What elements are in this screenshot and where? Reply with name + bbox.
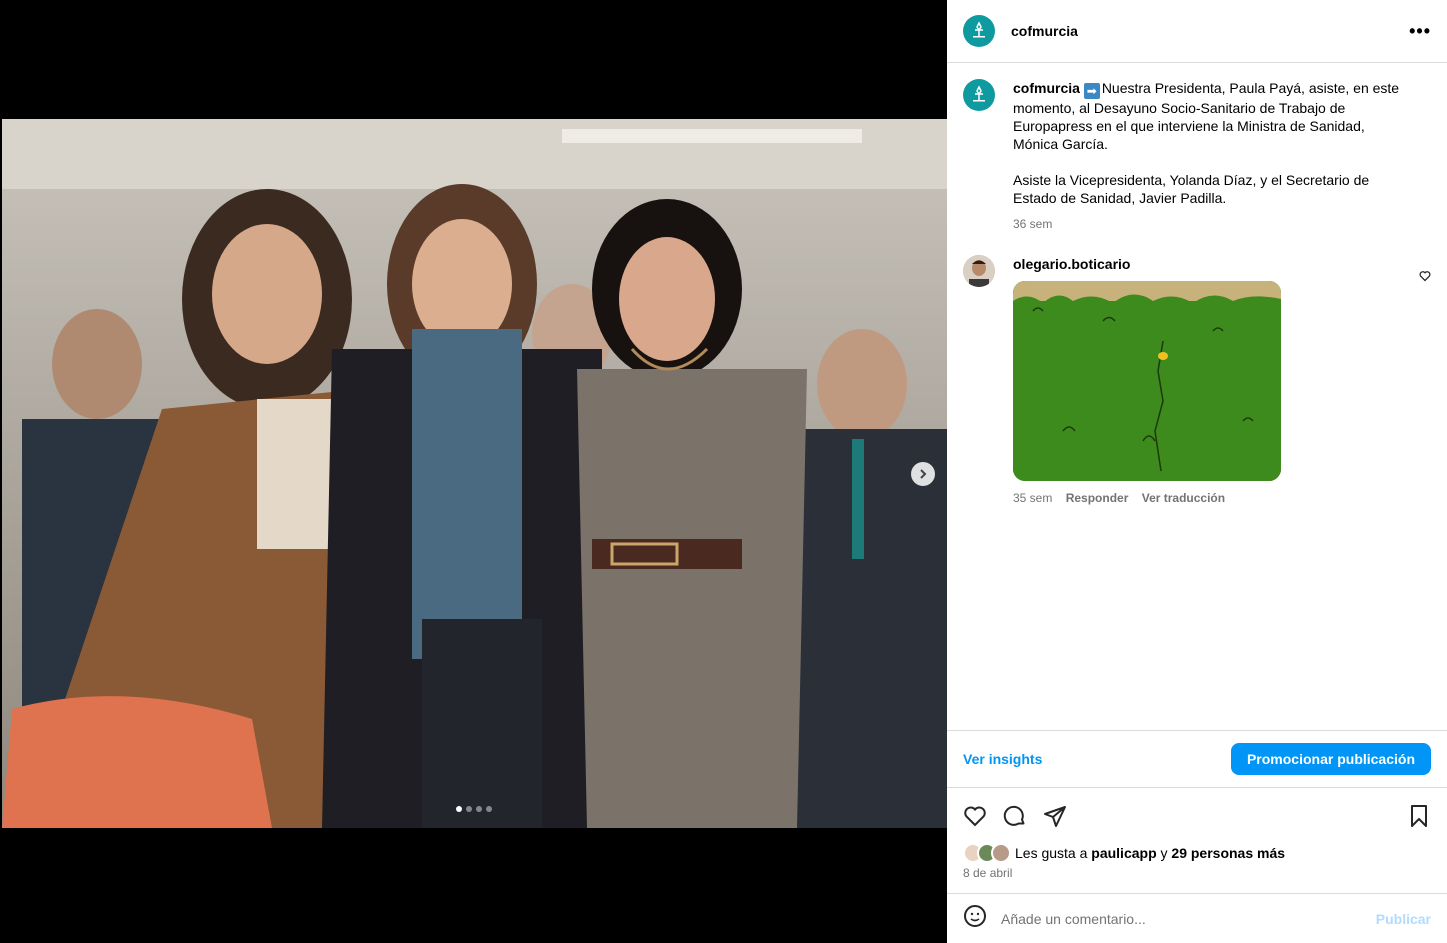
emoji-button[interactable]: [963, 904, 987, 933]
comment-button[interactable]: [1003, 804, 1027, 828]
action-icons: [947, 788, 1447, 844]
carousel-indicator: [456, 806, 492, 812]
post-date[interactable]: 8 de abril: [947, 862, 1447, 886]
heart-icon: [1419, 271, 1431, 282]
caption: cofmurcia ➡ Nuestra Presidenta, Paula Pay…: [963, 79, 1431, 233]
carousel-dot: [486, 806, 492, 812]
post-modal: cofmurcia ••• cofmurcia ➡ Nuestra Preside…: [0, 0, 1447, 943]
comment-item: olegario.boticario 35 sem Responder Ver …: [963, 255, 1431, 507]
comment-time[interactable]: 35 sem: [1013, 491, 1052, 505]
likes-text: Les gusta a paulicapp y 29 personas más: [1015, 845, 1285, 861]
chevron-right-icon: [920, 469, 927, 479]
comment-body: olegario.boticario 35 sem Responder Ver …: [1013, 255, 1413, 507]
post-photo[interactable]: [2, 119, 947, 828]
side-panel: cofmurcia ••• cofmurcia ➡ Nuestra Preside…: [947, 0, 1447, 943]
bookmark-icon: [1411, 805, 1427, 827]
save-button[interactable]: [1407, 804, 1431, 828]
cof-logo-icon: [973, 85, 985, 102]
more-options-button[interactable]: •••: [1409, 21, 1431, 42]
comment-meta: 35 sem Responder Ver traducción: [1013, 489, 1413, 507]
likes-summary: Les gusta a paulicapp y 29 personas más: [947, 843, 1447, 863]
publish-button[interactable]: Publicar: [1376, 911, 1431, 927]
likes-connector: y: [1160, 845, 1168, 861]
insights-row: Ver insights Promocionar publicación: [947, 731, 1447, 788]
next-slide-button[interactable]: [911, 462, 935, 486]
user-photo-icon: [963, 255, 995, 287]
comment-icon: [1003, 805, 1025, 826]
photo-illustration: [2, 119, 947, 828]
caption-meta: 36 sem: [1013, 215, 1413, 233]
commenter-username[interactable]: olegario.boticario: [1013, 256, 1130, 272]
heart-icon: [964, 806, 986, 827]
likes-others-link[interactable]: 29 personas más: [1171, 845, 1285, 861]
author-username[interactable]: cofmurcia: [1011, 23, 1078, 39]
view-insights-link[interactable]: Ver insights: [963, 751, 1042, 767]
comment-gif[interactable]: [1013, 281, 1281, 481]
translate-button[interactable]: Ver traducción: [1142, 491, 1225, 505]
cof-logo-icon: [973, 21, 985, 38]
likes-prefix: Les gusta a: [1015, 845, 1088, 861]
author-avatar[interactable]: [963, 15, 995, 47]
reply-button[interactable]: Responder: [1066, 491, 1129, 505]
carousel-dot: [466, 806, 472, 812]
liker-username[interactable]: paulicapp: [1091, 845, 1156, 861]
carousel-dot: [456, 806, 462, 812]
like-button[interactable]: [963, 804, 987, 828]
commenter-avatar[interactable]: [963, 255, 995, 287]
send-icon: [1044, 806, 1066, 827]
carousel-dot: [476, 806, 482, 812]
liker-avatar[interactable]: [991, 843, 1011, 863]
comments-section: cofmurcia ➡ Nuestra Presidenta, Paula Pay…: [947, 63, 1447, 730]
post-header: cofmurcia •••: [947, 0, 1447, 63]
caption-time[interactable]: 36 sem: [1013, 217, 1052, 231]
comment-input[interactable]: [1001, 910, 1376, 927]
promote-post-button[interactable]: Promocionar publicación: [1230, 743, 1431, 775]
caption-paragraph: Asiste la Vicepresidenta, Yolanda Díaz, …: [1013, 172, 1370, 206]
share-button[interactable]: [1043, 804, 1067, 828]
like-comment-button[interactable]: [1419, 269, 1431, 287]
caption-username[interactable]: cofmurcia: [1013, 80, 1080, 96]
bush-gif-illustration: [1013, 281, 1281, 481]
actions-area: Ver insights Promocionar publicación Les…: [947, 730, 1447, 886]
arrow-right-icon: ➡: [1083, 83, 1100, 99]
caption-body: cofmurcia ➡ Nuestra Presidenta, Paula Pay…: [1013, 79, 1413, 233]
media-panel: [0, 0, 947, 943]
smiley-icon: [964, 905, 986, 927]
caption-avatar[interactable]: [963, 79, 995, 111]
comment-composer: Publicar: [947, 893, 1447, 943]
